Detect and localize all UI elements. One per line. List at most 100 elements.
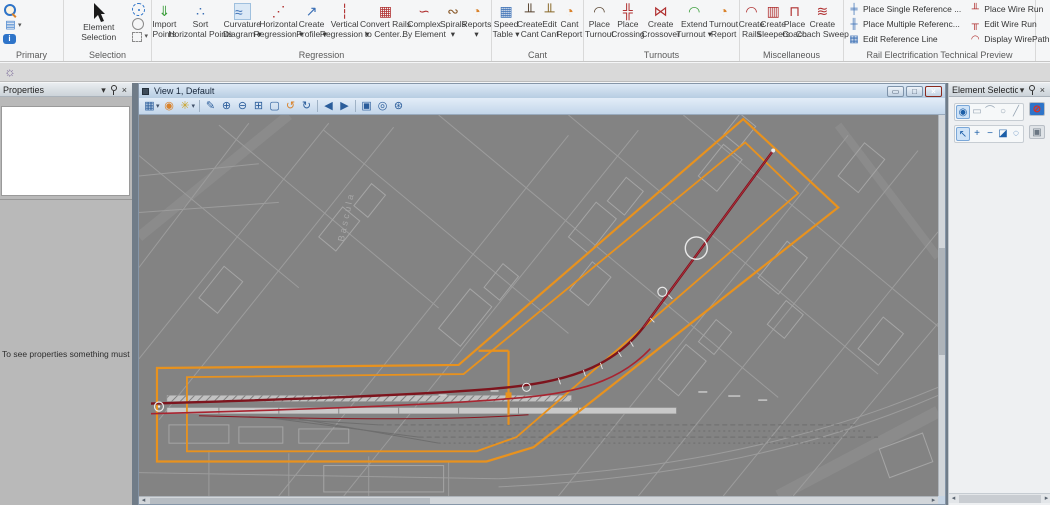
view-titlebar[interactable]: View 1, Default ▭ □ × [139,84,945,98]
scroll-right-icon[interactable]: ▸ [929,497,938,505]
edit-wire-run-button[interactable]: ╥ Edit Wire Run [967,17,1050,31]
select-invert-icon[interactable]: ◪ [997,128,1009,140]
edit-cant-button[interactable]: ╨ Edit Cant [541,2,558,40]
place-multiple-reference-button[interactable]: ╫ Place Multiple Referenc... [846,17,963,31]
element-selection-button[interactable]: Element Selection [66,2,131,43]
select-circle-icon[interactable]: ○ [997,106,1009,118]
cant-report-button[interactable]: ◔ Cant Report [558,2,581,40]
pin-icon[interactable] [1029,85,1034,95]
turnout-report-button[interactable]: ◔ Turnout Report [710,2,737,40]
select-block-fence-icon[interactable] [132,32,142,42]
dropdown-caret-icon[interactable]: ▾ [18,22,22,30]
select-new-cursor-icon[interactable]: ↖ [956,127,970,141]
cursor-arrow-icon [91,3,107,23]
map-viewport[interactable]: Bascula [139,115,938,496]
select-by-points-icon[interactable] [132,3,145,16]
place-crossing-button[interactable]: ╬ Place Crossing [613,2,644,40]
sort-horizontal-points-button[interactable]: ∴ Sort Horizontal Points [175,2,227,40]
create-cant-button[interactable]: ╨ Create Cant [518,2,541,40]
extend-turnout-icon: ◠ [688,3,700,20]
select-add-icon[interactable]: + [971,128,983,140]
speed-table-button[interactable]: ▦ Speed Table ▾ [494,2,518,40]
update-view-brush-icon[interactable]: ✎ [203,99,218,114]
convert-rails-to-center-button[interactable]: ▦ Convert Rails to Center... [365,2,406,40]
button-label: Regression ▾ [320,30,370,40]
vertical-scrollbar[interactable] [938,115,945,496]
copy-view-icon[interactable]: ▣ [359,99,374,114]
maximize-button[interactable]: □ [906,86,923,97]
zoom-in-icon[interactable]: ⊕ [219,99,234,114]
vertical-regression-button[interactable]: ┆ Vertical Regression ▾ [324,2,364,40]
select-clear-icon[interactable]: ◌ [1010,128,1022,140]
horizontal-scrollbar[interactable]: ◂ ▸ [139,496,938,504]
select-individual-icon[interactable]: ◉ [956,105,970,119]
window-area-icon[interactable]: ⊞ [251,99,266,114]
create-coach-sweep-button[interactable]: ≋ Create Coach Sweep [804,2,841,40]
properties-tree-area[interactable] [1,106,130,196]
complex-by-element-button[interactable]: ∽ Complex By Element [406,2,442,40]
horizontal-regression-button[interactable]: ⋰ Horizontal Regression ▾ [258,2,298,40]
details-info-icon[interactable]: i [3,34,16,44]
edit-reference-line-button[interactable]: ▦ Edit Reference Line [846,32,963,46]
select-remove-icon[interactable]: − [984,128,996,140]
select-block-icon[interactable]: ▭ [971,106,983,118]
pin-icon[interactable] [111,85,117,95]
scrollbar-thumb[interactable] [150,498,430,504]
dropdown-caret-icon[interactable]: ▾ [156,102,160,110]
extend-turnout-button[interactable]: ◠ Extend Turnout ▾ [678,2,710,40]
rotate-view-icon[interactable]: ↺ [283,99,298,114]
navigate-view-icon[interactable]: ⊛ [391,99,406,114]
dropdown-caret-icon[interactable]: ▾ [192,102,196,110]
close-icon[interactable]: × [120,85,129,95]
select-shape-icon[interactable]: ⌒ [984,106,996,118]
settings-gear-icon[interactable]: ☼ [4,64,16,80]
edit-reference-line-icon: ▦ [848,34,860,45]
scrollbar-track[interactable] [959,495,1041,503]
select-circle-fence-icon[interactable] [132,18,144,30]
view-previous-icon[interactable]: ◀ [321,99,336,114]
view-window-icon [142,88,149,95]
vertical-regression-icon: ┆ [340,3,348,20]
convert-rails-icon: ▦ [379,3,392,20]
close-button[interactable]: × [925,86,942,97]
display-wirepath-profile-button[interactable]: ◠ Display WirePath Profile [967,32,1050,46]
minimize-button[interactable]: ▭ [887,86,904,97]
panel-horizontal-scrollbar[interactable]: ◂ ▸ [949,493,1050,503]
adjust-view-icon[interactable]: ✳ [178,99,193,114]
place-crossing-icon: ╬ [623,3,633,20]
place-wire-run-button[interactable]: ╨ Place Wire Run [967,2,1050,16]
toolbar-separator [199,100,200,112]
view-brightness-icon[interactable]: ◎ [375,99,390,114]
panel-menu-chevron-icon[interactable]: ▾ [99,85,108,95]
place-turnout-button[interactable]: ◠ Place Turnout [586,2,613,40]
panel-menu-chevron-icon[interactable]: ▾ [1018,85,1027,95]
view-attributes-icon[interactable]: ▦ [142,99,157,114]
disable-handles-button[interactable]: ⊘ [1029,102,1045,116]
turnout-report-icon: ◔ [719,3,727,20]
pan-view-icon[interactable]: ↻ [299,99,314,114]
properties-panel: Properties ▾ × To see properties somethi… [0,83,132,505]
corridor-node[interactable] [506,392,512,398]
scroll-left-icon[interactable]: ◂ [139,497,148,505]
reports-button[interactable]: ◔ Reports ▾ [464,2,489,40]
group-label-miscellaneous: Miscellaneous [740,50,843,60]
create-crossover-button[interactable]: ⋈ Create Crossover [643,2,678,40]
explorer-magnifier-icon[interactable] [4,4,16,16]
new-file-icon[interactable]: ▤ [3,19,18,32]
fit-view-icon[interactable]: ▢ [267,99,282,114]
button-label: Turnout [585,30,614,40]
button-label: Place Wire Run [984,4,1043,14]
view-next-icon[interactable]: ▶ [337,99,352,114]
edit-cant-icon: ╨ [545,3,555,20]
dropdown-caret-icon[interactable]: ▾ [144,33,148,41]
zoom-out-icon[interactable]: ⊖ [235,99,250,114]
select-handles-button[interactable]: ▣ [1029,125,1045,139]
place-single-reference-button[interactable]: ╪ Place Single Reference ... [846,2,963,16]
scroll-left-icon[interactable]: ◂ [949,495,958,503]
scroll-right-icon[interactable]: ▸ [1042,495,1050,503]
close-icon[interactable]: × [1038,85,1047,95]
display-style-icon[interactable]: ◉ [162,99,177,114]
group-label-regression: Regression [152,50,491,60]
select-line-icon[interactable]: ╱ [1010,106,1022,118]
place-turnout-icon: ◠ [593,3,605,20]
